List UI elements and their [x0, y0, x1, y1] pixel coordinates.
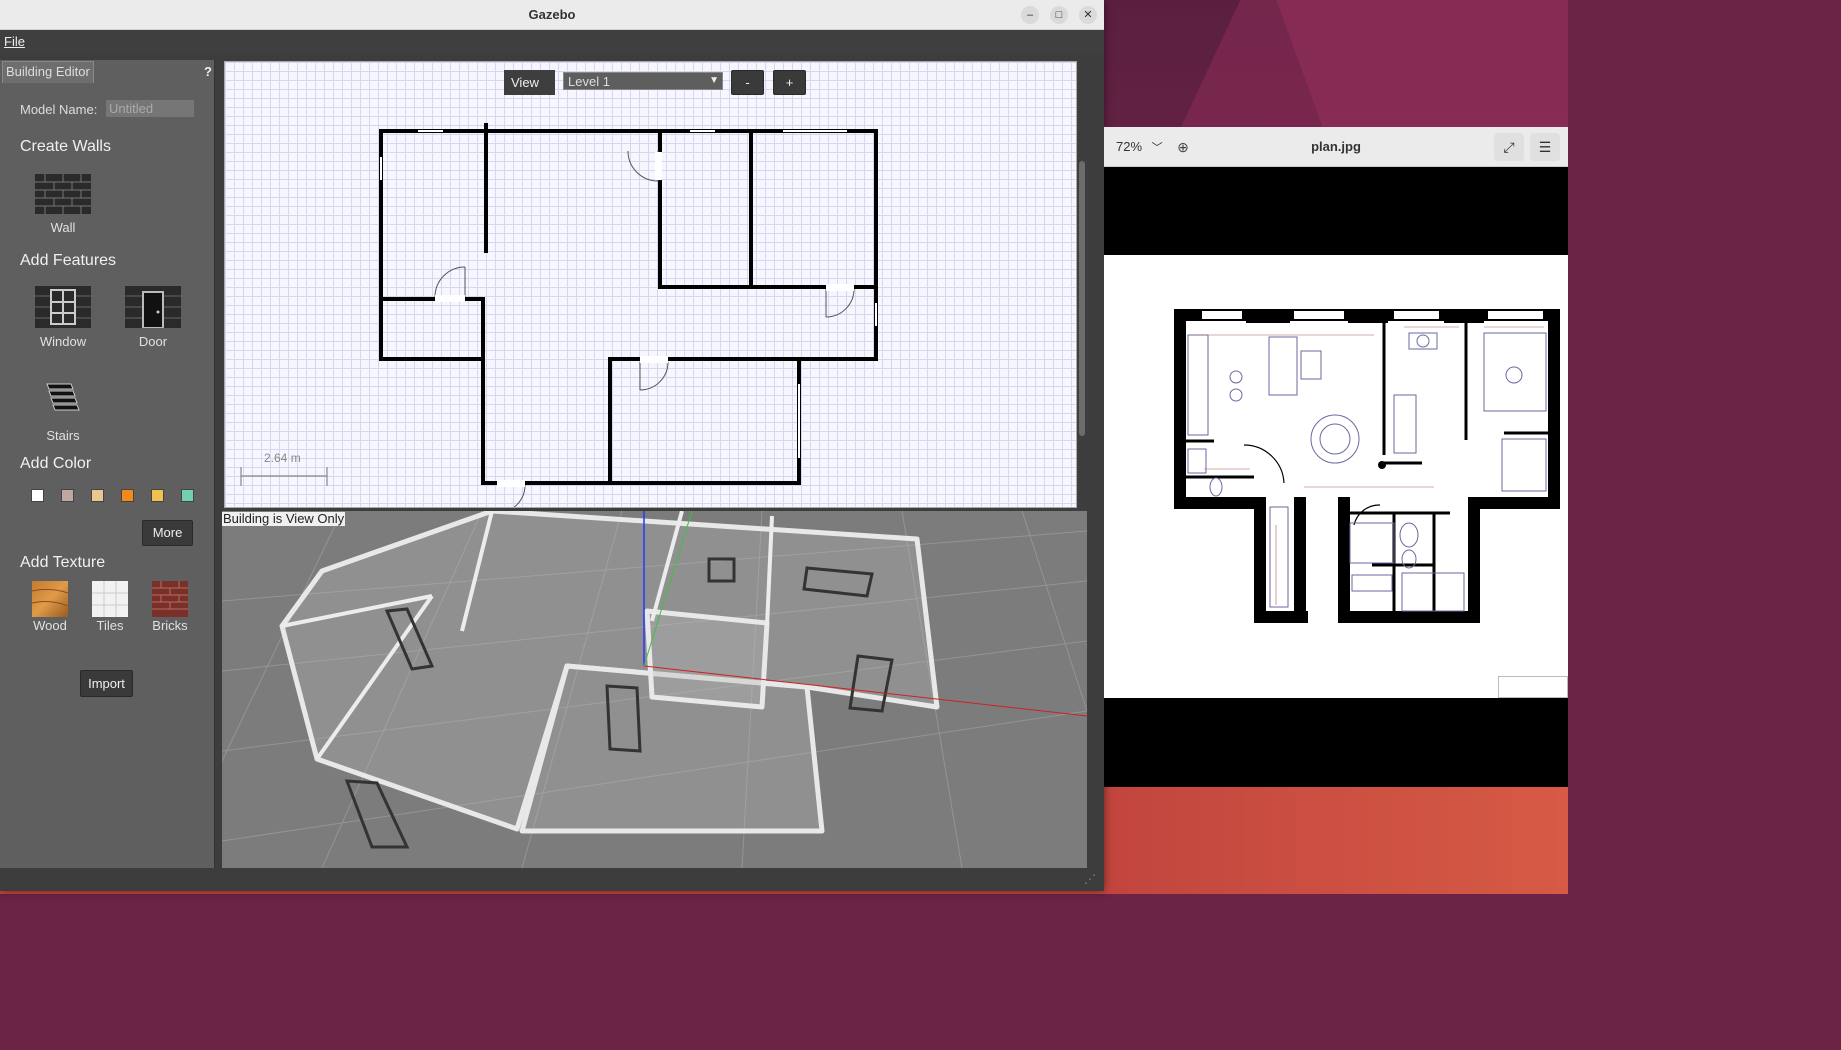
color-swatch-rose[interactable] [61, 489, 74, 502]
wall-icon [35, 174, 91, 214]
color-swatch-yellow[interactable] [151, 489, 164, 502]
scrollbar-thumb[interactable] [1079, 161, 1085, 436]
tiles-texture-icon[interactable] [92, 581, 128, 617]
more-colors-button[interactable]: More [142, 520, 193, 546]
window-title: Gazebo [528, 7, 576, 22]
door-tool[interactable]: Door [123, 286, 183, 349]
title-block-box [1498, 676, 1568, 698]
color-swatch-white[interactable] [31, 489, 44, 502]
bricks-texture-icon[interactable] [152, 581, 188, 617]
close-icon[interactable]: ✕ [1079, 6, 1097, 24]
scale-label: 2.64 m [264, 451, 301, 465]
menu-file[interactable]: File [4, 34, 25, 49]
view-only-label: Building is View Only [222, 511, 346, 526]
scrollbar[interactable] [1077, 61, 1087, 508]
wood-texture-icon[interactable] [32, 581, 68, 617]
floor-plan-image [1104, 255, 1568, 698]
help-icon[interactable]: ? [204, 64, 212, 79]
model-name-input[interactable] [106, 100, 194, 117]
hamburger-menu-icon[interactable]: ☰ [1530, 133, 1560, 161]
viewer-header-bar[interactable]: 72% ﹀ ⊕ plan.jpg ⤢ ☰ [1104, 127, 1568, 167]
stairs-label: Stairs [46, 428, 80, 443]
gazebo-window: Gazebo – □ ✕ File Building Editor ? Mode… [0, 0, 1104, 891]
wallpaper-shape [1276, 0, 1568, 130]
stairs-icon [46, 383, 80, 411]
resize-grip-icon[interactable]: ⋰ [1084, 872, 1096, 886]
title-bar[interactable]: Gazebo – □ ✕ [0, 0, 1104, 30]
fullscreen-icon[interactable]: ⤢ [1494, 133, 1524, 161]
stairs-tool[interactable]: Stairs [33, 380, 93, 443]
door-icon [125, 286, 181, 328]
color-swatch-teal[interactable] [181, 489, 194, 502]
color-swatch-tan[interactable] [91, 489, 104, 502]
menu-bar: File [0, 30, 1104, 54]
minimize-icon[interactable]: – [1021, 6, 1039, 24]
view-dropdown[interactable]: View [504, 70, 555, 95]
floorplan-2d-view[interactable]: View Level 1 ▼ - + 2.64 m [224, 61, 1077, 508]
image-viewer-window: 72% ﹀ ⊕ plan.jpg ⤢ ☰ [1104, 127, 1568, 787]
import-button[interactable]: Import [80, 670, 133, 697]
add-texture-heading: Add Texture [20, 554, 106, 571]
chevron-down-icon: ▼ [709, 75, 719, 86]
window-icon [35, 286, 91, 328]
create-walls-heading: Create Walls [20, 138, 111, 155]
add-features-heading: Add Features [20, 252, 117, 269]
tab-building-editor[interactable]: Building Editor [2, 61, 94, 83]
level-select[interactable]: Level 1 ▼ [563, 72, 723, 90]
wall-label: Wall [50, 220, 76, 235]
model-name-label: Model Name: [20, 102, 98, 117]
door-label: Door [138, 334, 168, 349]
color-swatch-orange[interactable] [121, 489, 134, 502]
window-tool[interactable]: Window [33, 286, 93, 349]
building-3d-view[interactable]: Building is View Only [222, 511, 1087, 868]
bricks-label: Bricks [152, 618, 188, 633]
zoom-in-button[interactable]: + [773, 70, 806, 95]
floorplan-walls [240, 123, 878, 507]
level-select-value: Level 1 [568, 74, 610, 89]
3d-preview-scene [222, 511, 1087, 868]
building-editor-panel: Building Editor ? Model Name: Create Wal… [0, 60, 215, 868]
add-color-heading: Add Color [20, 455, 92, 472]
status-bar: ⋰ [0, 868, 1104, 891]
maximize-icon[interactable]: □ [1050, 6, 1068, 24]
wood-label: Wood [33, 618, 67, 633]
wallpaper-shape [1100, 780, 1568, 894]
floor-plan-drawing [1174, 309, 1560, 623]
window-label: Window [39, 334, 87, 349]
tiles-label: Tiles [96, 618, 124, 633]
zoom-out-button[interactable]: - [731, 70, 764, 95]
wall-tool[interactable]: Wall [33, 174, 93, 235]
